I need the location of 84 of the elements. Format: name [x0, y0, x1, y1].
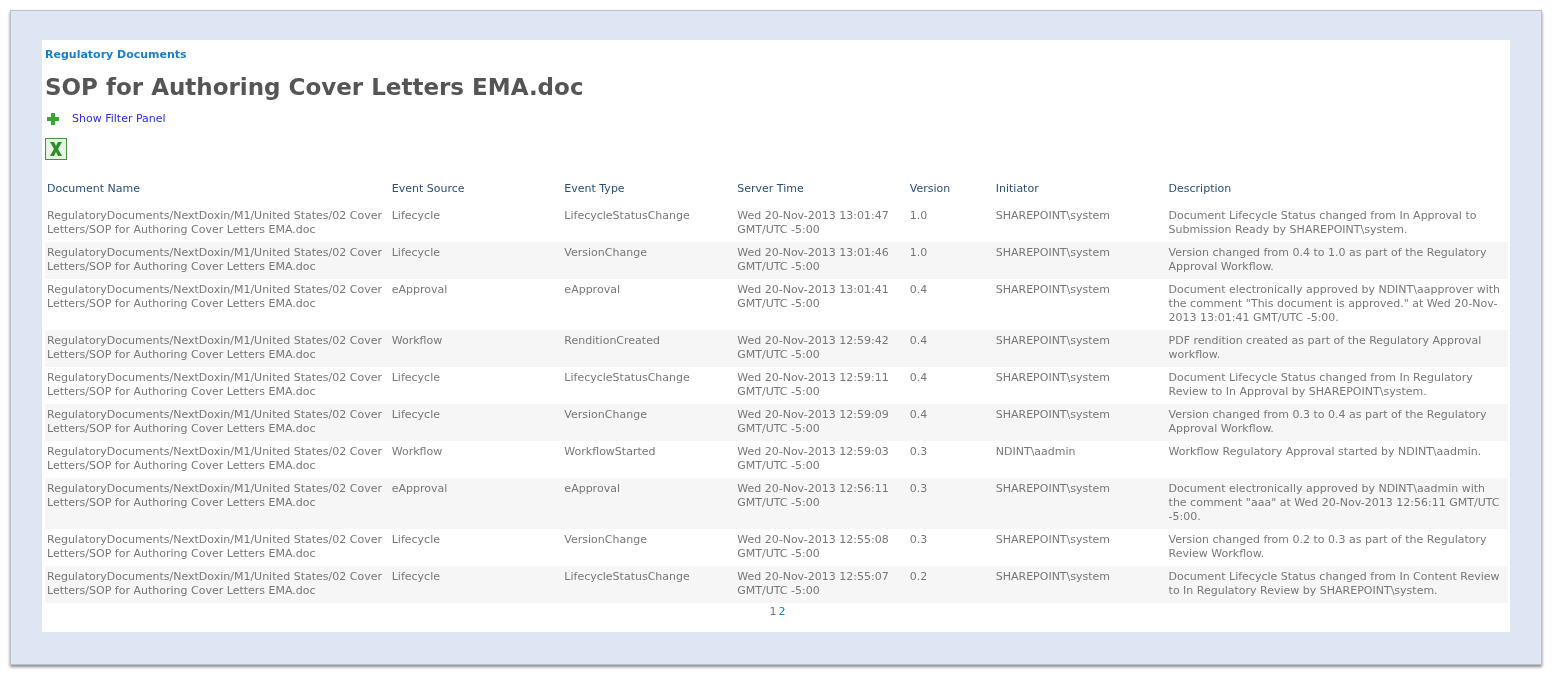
spreadsheet-export-icon[interactable] [45, 138, 67, 160]
table-cell: Document Lifecycle Status changed from In Content Review to In Regulatory Review by SHAREPOINT\system. [1166, 566, 1508, 603]
table-cell: Wed 20-Nov-2013 13:01:46 GMT/UTC -5:00 [735, 242, 908, 279]
column-header[interactable]: Description [1166, 174, 1508, 205]
table-cell: RegulatoryDocuments/NextDoxin/M1/United States/02 Cover Letters/SOP for Authoring Cover Letters EMA.doc [45, 367, 390, 404]
table-cell: RegulatoryDocuments/NextDoxin/M1/United States/02 Cover Letters/SOP for Authoring Cover Letters EMA.doc [45, 205, 390, 242]
table-cell: SHAREPOINT\system [993, 330, 1167, 367]
filter-panel-link[interactable]: Show Filter Panel [72, 112, 166, 125]
table-cell: Lifecycle [389, 404, 563, 441]
table-cell: 0.4 [907, 404, 994, 441]
table-cell: Wed 20-Nov-2013 12:55:08 GMT/UTC -5:00 [735, 529, 908, 566]
table-cell: Version changed from 0.2 to 0.3 as part of the Regulatory Review Workflow. [1166, 529, 1508, 566]
table-cell: RegulatoryDocuments/NextDoxin/M1/United States/02 Cover Letters/SOP for Authoring Cover Letters EMA.doc [45, 279, 390, 330]
table-cell: Wed 20-Nov-2013 12:55:07 GMT/UTC -5:00 [735, 566, 908, 603]
table-cell: Lifecycle [389, 529, 563, 566]
table-cell: Wed 20-Nov-2013 12:59:03 GMT/UTC -5:00 [735, 441, 908, 478]
table-cell: Document Lifecycle Status changed from In Approval to Submission Ready by SHAREPOINT\system. [1166, 205, 1508, 242]
column-header[interactable]: Server Time [735, 174, 908, 205]
table-cell: eApproval [389, 279, 563, 330]
table-cell: SHAREPOINT\system [993, 529, 1167, 566]
table-cell: 1.0 [907, 205, 994, 242]
table-cell: 0.3 [907, 529, 994, 566]
table-cell: 0.4 [907, 367, 994, 404]
table-cell: Document Lifecycle Status changed from In Regulatory Review to In Approval by SHAREPOINT\system. [1166, 367, 1508, 404]
column-header[interactable]: Event Source [389, 174, 563, 205]
table-cell: SHAREPOINT\system [993, 566, 1167, 603]
table-cell: VersionChange [562, 242, 736, 279]
table-cell: Wed 20-Nov-2013 13:01:41 GMT/UTC -5:00 [735, 279, 908, 330]
table-cell: 0.4 [907, 330, 994, 367]
table-cell: SHAREPOINT\system [993, 205, 1167, 242]
table-cell: RegulatoryDocuments/NextDoxin/M1/United States/02 Cover Letters/SOP for Authoring Cover Letters EMA.doc [45, 566, 390, 603]
table-cell: Version changed from 0.4 to 1.0 as part of the Regulatory Approval Workflow. [1166, 242, 1508, 279]
table-cell: RegulatoryDocuments/NextDoxin/M1/United States/02 Cover Letters/SOP for Authoring Cover Letters EMA.doc [45, 441, 390, 478]
table-cell: Workflow Regulatory Approval started by NDINT\aadmin. [1166, 441, 1508, 478]
table-cell: Wed 20-Nov-2013 12:56:11 GMT/UTC -5:00 [735, 478, 908, 529]
table-cell: Wed 20-Nov-2013 12:59:09 GMT/UTC -5:00 [735, 404, 908, 441]
table-cell: LifecycleStatusChange [562, 566, 736, 603]
table-cell: SHAREPOINT\system [993, 478, 1167, 529]
table-cell: SHAREPOINT\system [993, 242, 1167, 279]
table-cell: Lifecycle [389, 566, 563, 603]
table-cell: SHAREPOINT\system [993, 367, 1167, 404]
table-cell: Lifecycle [389, 242, 563, 279]
table-cell: RegulatoryDocuments/NextDoxin/M1/United States/02 Cover Letters/SOP for Authoring Cover Letters EMA.doc [45, 330, 390, 367]
table-cell: 0.3 [907, 441, 994, 478]
table-cell: SHAREPOINT\system [993, 404, 1167, 441]
table-cell: RenditionCreated [562, 330, 736, 367]
table-cell: Wed 20-Nov-2013 13:01:47 GMT/UTC -5:00 [735, 205, 908, 242]
table-cell: Wed 20-Nov-2013 12:59:11 GMT/UTC -5:00 [735, 367, 908, 404]
table-cell: 0.3 [907, 478, 994, 529]
table-cell: WorkflowStarted [562, 441, 736, 478]
table-cell: Version changed from 0.3 to 0.4 as part of the Regulatory Approval Workflow. [1166, 404, 1508, 441]
table-cell: VersionChange [562, 404, 736, 441]
table-cell: eApproval [562, 478, 736, 529]
table-cell: eApproval [562, 279, 736, 330]
table-cell: Document electronically approved by NDINT\aadmin with the comment "aaa" at Wed 20-Nov-2013 12:56:11 GMT/UTC -5:00. [1166, 478, 1508, 529]
table-cell: LifecycleStatusChange [562, 367, 736, 404]
table-cell: RegulatoryDocuments/NextDoxin/M1/United States/02 Cover Letters/SOP for Authoring Cover Letters EMA.doc [45, 242, 390, 279]
page-title: SOP for Authoring Cover Letters EMA.doc [45, 74, 585, 100]
column-header[interactable]: Initiator [993, 174, 1167, 205]
column-header[interactable]: Document Name [45, 174, 390, 205]
table-cell: NDINT\aadmin [993, 441, 1167, 478]
table-cell: eApproval [389, 478, 563, 529]
table-cell: Document electronically approved by NDINT\aapprover with the comment "This document is approved." at Wed 20-Nov-2013 13:01:41 GMT/UTC -5:00. [1166, 279, 1508, 330]
table-cell: RegulatoryDocuments/NextDoxin/M1/United States/02 Cover Letters/SOP for Authoring Cover Letters EMA.doc [45, 529, 390, 566]
table-cell: VersionChange [562, 529, 736, 566]
table-cell: 0.2 [907, 566, 994, 603]
table-cell: 0.4 [907, 279, 994, 330]
table-cell: 1.0 [907, 242, 994, 279]
table-cell: Wed 20-Nov-2013 12:59:42 GMT/UTC -5:00 [735, 330, 908, 367]
table-cell: SHAREPOINT\system [993, 279, 1167, 330]
page-link[interactable]: 2 [778, 605, 786, 618]
plus-icon [47, 112, 59, 125]
table-cell: Lifecycle [389, 205, 563, 242]
table-cell: RegulatoryDocuments/NextDoxin/M1/United States/02 Cover Letters/SOP for Authoring Cover Letters EMA.doc [45, 404, 390, 441]
breadcrumb-link[interactable]: Regulatory Documents [45, 48, 187, 61]
table-cell: Workflow [389, 441, 563, 478]
table-cell: PDF rendition created as part of the Regulatory Approval workflow. [1166, 330, 1508, 367]
table-cell: Lifecycle [389, 367, 563, 404]
table-cell: RegulatoryDocuments/NextDoxin/M1/United States/02 Cover Letters/SOP for Authoring Cover Letters EMA.doc [45, 478, 390, 529]
table-cell: LifecycleStatusChange [562, 205, 736, 242]
table-cell: Workflow [389, 330, 563, 367]
column-header[interactable]: Version [907, 174, 994, 205]
page-link[interactable]: 1 [769, 605, 777, 618]
column-header[interactable]: Event Type [562, 174, 736, 205]
